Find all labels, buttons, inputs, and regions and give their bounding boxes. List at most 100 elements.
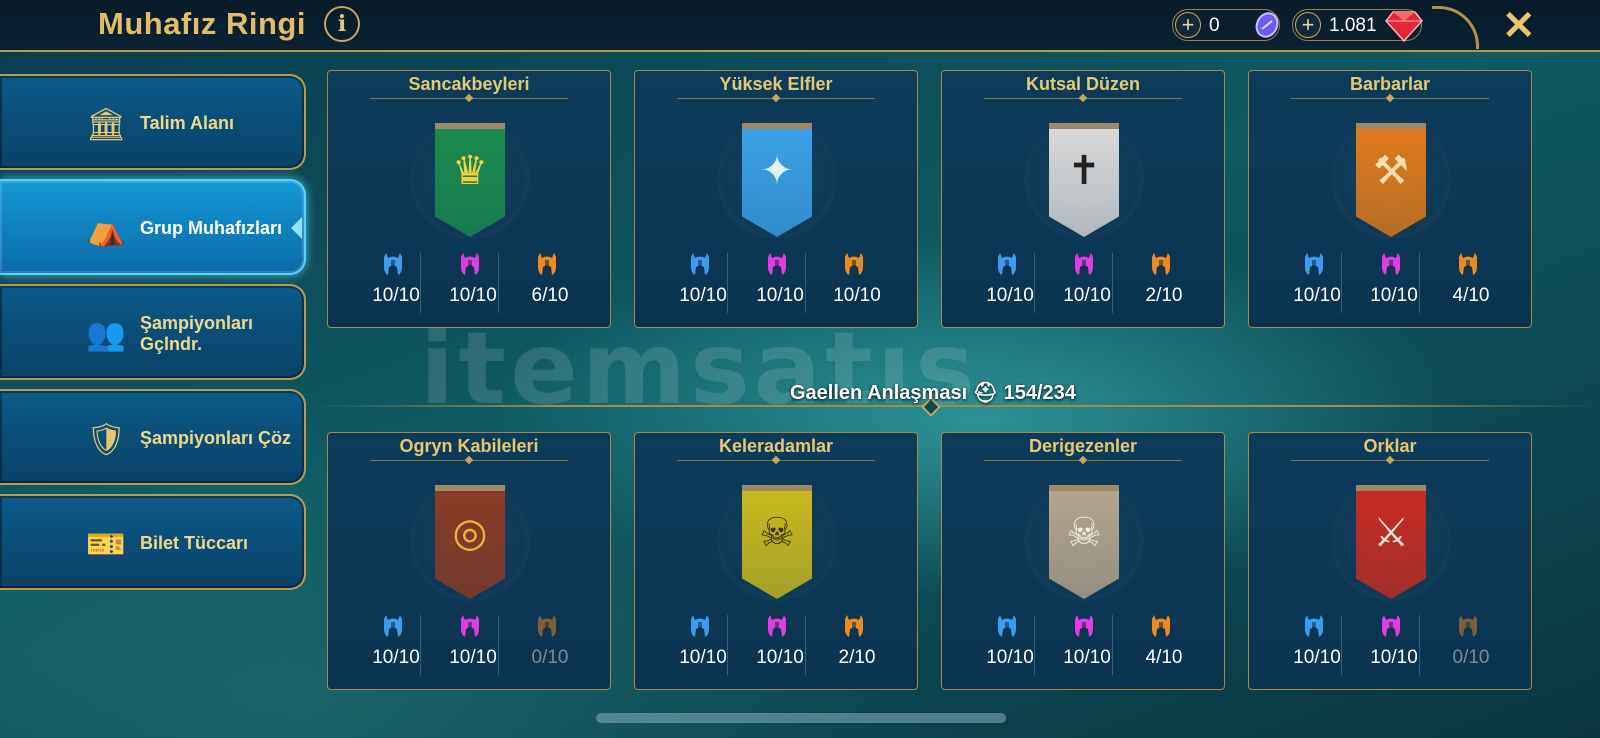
epic-count: 10/10 xyxy=(449,285,497,306)
sidebar-icon: 🏛 xyxy=(86,105,127,143)
legendary-count: 2/10 xyxy=(1145,285,1183,306)
sidebar-item-label: Grup Muhafızları xyxy=(140,218,283,238)
faction-name: Keleradamlar xyxy=(718,436,834,456)
rare-count: 10/10 xyxy=(986,647,1034,668)
mystery-shard-icon xyxy=(1255,12,1279,38)
legendary-count: 6/10 xyxy=(531,285,569,306)
title-underline xyxy=(984,98,1182,99)
legendary-helmet-icon xyxy=(532,613,562,644)
close-button[interactable]: ✕ xyxy=(1502,3,1536,49)
sidebar-item-label: Talim Alanı xyxy=(140,113,235,133)
sidebar-item-2[interactable]: ⛺ Grup Muhafızları xyxy=(0,179,306,275)
faction-emblem-icon: ✦ xyxy=(760,148,794,194)
rare-helmet-icon xyxy=(1299,613,1329,644)
energy-currency: + 0 xyxy=(1172,9,1280,41)
legendary-count: 0/10 xyxy=(531,647,569,668)
sidebar-item-1[interactable]: 🏛 Talim Alanı xyxy=(0,74,306,170)
faction-card[interactable]: Keleradamlar ☠ 10/10 10/10 2/10 xyxy=(634,432,918,690)
gems-currency: + 1.081 xyxy=(1292,9,1423,42)
sidebar-icon: ⛺ xyxy=(86,210,126,248)
faction-name: Ogryn Kabileleri xyxy=(399,436,539,456)
sidebar-item-4[interactable]: 🛡 Şampiyonları Çöz xyxy=(0,389,306,485)
title-underline xyxy=(677,98,875,99)
epic-helmet-icon xyxy=(1376,613,1406,644)
corner-ornament xyxy=(1432,6,1479,49)
rare-helmet-icon xyxy=(685,251,715,282)
title-underline xyxy=(370,460,568,461)
rare-count: 10/10 xyxy=(372,647,420,668)
faction-card[interactable]: Ogryn Kabileleri ◎ 10/10 10/10 0/10 xyxy=(327,432,611,690)
sidebar-item-label: Bilet Tüccarı xyxy=(140,533,249,553)
sidebar-icon: 👥 xyxy=(86,315,126,353)
faction-name: Kutsal Düzen xyxy=(1025,74,1140,94)
epic-count: 10/10 xyxy=(756,285,804,306)
faction-card[interactable]: Yüksek Elfler ✦ 10/10 10/10 10/10 xyxy=(634,70,918,328)
legendary-helmet-icon xyxy=(1146,251,1176,282)
faction-card[interactable]: Kutsal Düzen ✝ 10/10 10/10 2/10 xyxy=(941,70,1225,328)
faction-name: Barbarlar xyxy=(1349,74,1431,94)
legendary-count: 4/10 xyxy=(1452,285,1490,306)
active-indicator xyxy=(291,217,302,239)
faction-emblem-icon: ♛ xyxy=(452,148,488,194)
faction-emblem-icon: ✝ xyxy=(1067,148,1101,194)
faction-card[interactable]: Orklar ⚔ 10/10 10/10 0/10 xyxy=(1248,432,1532,690)
sidebar-icon: 🛡 xyxy=(86,420,127,458)
faction-card[interactable]: Sancakbeyleri ♛ 10/10 10/10 6/10 xyxy=(327,70,611,328)
legendary-count: 10/10 xyxy=(833,285,881,306)
rare-count: 10/10 xyxy=(1293,285,1341,306)
epic-helmet-icon xyxy=(1376,251,1406,282)
legendary-helmet-icon xyxy=(839,251,869,282)
epic-helmet-icon xyxy=(455,613,485,644)
rare-helmet-icon xyxy=(1299,251,1329,282)
legendary-count: 0/10 xyxy=(1452,647,1490,668)
sidebar-item-5[interactable]: 🎫 Bilet Tüccarı xyxy=(0,494,306,590)
ruby-gem-icon xyxy=(1385,11,1423,42)
title-underline xyxy=(984,460,1182,461)
faction-card[interactable]: Derigezenler ☠ 10/10 10/10 4/10 xyxy=(941,432,1225,690)
rare-helmet-icon xyxy=(685,613,715,644)
faction-emblem-icon: ⚒ xyxy=(1373,148,1409,194)
epic-count: 10/10 xyxy=(1063,285,1111,306)
rare-helmet-icon xyxy=(378,613,408,644)
faction-name: Orklar xyxy=(1363,436,1417,456)
faction-card[interactable]: Barbarlar ⚒ 10/10 10/10 4/10 xyxy=(1248,70,1532,328)
top-bar: Muhafız Ringi i + 0 + 1.081 ✕ xyxy=(0,0,1600,52)
legendary-helmet-icon xyxy=(839,613,869,644)
epic-helmet-icon xyxy=(762,251,792,282)
rare-helmet-icon xyxy=(992,251,1022,282)
section-divider xyxy=(310,405,1600,407)
add-energy-button[interactable]: + xyxy=(1175,12,1201,38)
sidebar-item-3[interactable]: 👥 Şampiyonları Gçlndr. xyxy=(0,284,306,380)
rare-helmet-icon xyxy=(992,613,1022,644)
title-underline xyxy=(677,460,875,461)
faction-emblem-icon: ☠ xyxy=(759,510,795,556)
alliance-progress-label: Gaellen Anlaşması ⛑ 154/234 xyxy=(790,382,1076,404)
epic-helmet-icon xyxy=(762,613,792,644)
faction-emblem-icon: ☠ xyxy=(1066,510,1102,556)
epic-count: 10/10 xyxy=(1370,647,1418,668)
title-underline xyxy=(1291,98,1489,99)
rare-count: 10/10 xyxy=(986,285,1034,306)
legendary-helmet-icon xyxy=(1453,251,1483,282)
page-title: Muhafız Ringi xyxy=(98,6,306,41)
rare-count: 10/10 xyxy=(679,647,727,668)
info-button[interactable]: i xyxy=(324,6,360,42)
legendary-count: 4/10 xyxy=(1145,647,1183,668)
energy-value: 0 xyxy=(1209,15,1220,36)
scrollbar[interactable] xyxy=(596,713,1006,723)
epic-count: 10/10 xyxy=(1063,647,1111,668)
faction-name: Sancakbeyleri xyxy=(408,74,530,94)
rare-count: 10/10 xyxy=(679,285,727,306)
epic-helmet-icon xyxy=(1069,613,1099,644)
epic-helmet-icon xyxy=(455,251,485,282)
epic-count: 10/10 xyxy=(1370,285,1418,306)
sidebar-item-label: Şampiyonları Gçlndr. xyxy=(140,313,254,354)
legendary-helmet-icon xyxy=(1453,613,1483,644)
add-gems-button[interactable]: + xyxy=(1295,12,1321,38)
legendary-helmet-icon xyxy=(1146,613,1176,644)
title-underline xyxy=(370,98,568,99)
title-underline xyxy=(1291,460,1489,461)
faction-name: Yüksek Elfler xyxy=(719,74,833,94)
legendary-count: 2/10 xyxy=(838,647,876,668)
faction-emblem-icon: ◎ xyxy=(452,510,488,556)
